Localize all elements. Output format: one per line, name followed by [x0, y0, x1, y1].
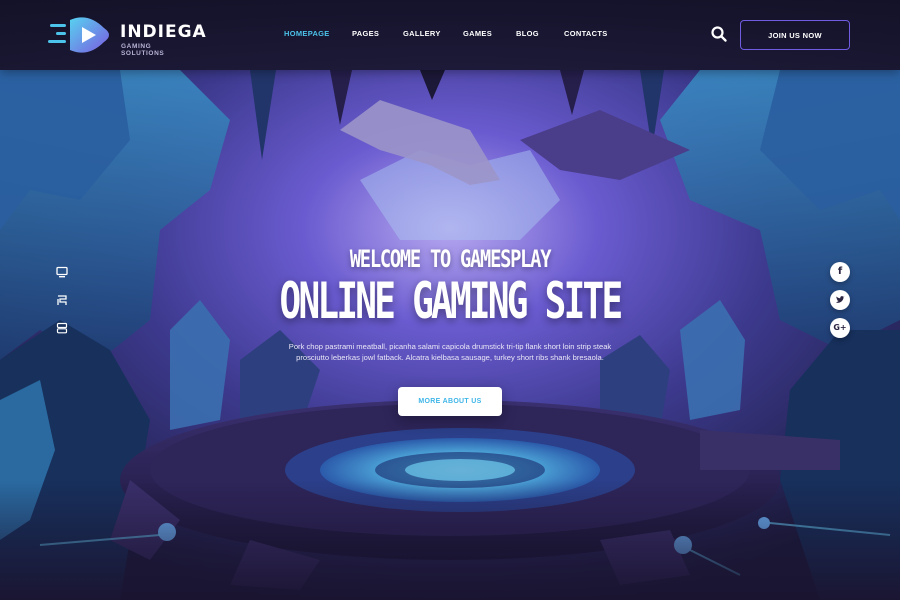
brand-logo[interactable]: INDIEGA GAMING SOLUTIONS [48, 14, 206, 57]
gamepad-icon[interactable] [56, 321, 68, 334]
console-icon[interactable] [56, 293, 68, 305]
brand-name: INDIEGA [120, 22, 207, 42]
search-icon[interactable] [710, 25, 728, 43]
monitor-icon[interactable] [56, 265, 68, 278]
join-us-button[interactable]: JOIN US NOW [740, 20, 850, 50]
site-header: INDIEGA GAMING SOLUTIONS HOMEPAGE PAGES … [0, 0, 900, 70]
brand-tagline: GAMING SOLUTIONS [121, 43, 165, 57]
nav-item-blog[interactable]: BLOG [516, 29, 539, 38]
nav-item-homepage[interactable]: HOMEPAGE [284, 29, 330, 38]
nav-item-pages[interactable]: PAGES [352, 29, 379, 38]
nav-item-gallery[interactable]: GALLERY [403, 29, 441, 38]
play-logo-icon [48, 17, 109, 53]
twitter-icon[interactable] [830, 290, 850, 310]
page: INDIEGA GAMING SOLUTIONS HOMEPAGE PAGES … [0, 0, 900, 600]
hero-subtitle: WELCOME TO GAMESPLAY [349, 245, 552, 273]
google-plus-icon[interactable]: G+ [830, 318, 850, 338]
facebook-icon[interactable]: f [830, 262, 850, 282]
hero-description: Pork chop pastrami meatball, picanha sal… [288, 342, 612, 362]
hero-title: ONLINE GAMING SITE [279, 272, 624, 330]
nav-item-games[interactable]: GAMES [463, 29, 492, 38]
nav-item-contacts[interactable]: CONTACTS [564, 29, 608, 38]
more-about-us-button[interactable]: MORE ABOUT US [398, 387, 502, 416]
